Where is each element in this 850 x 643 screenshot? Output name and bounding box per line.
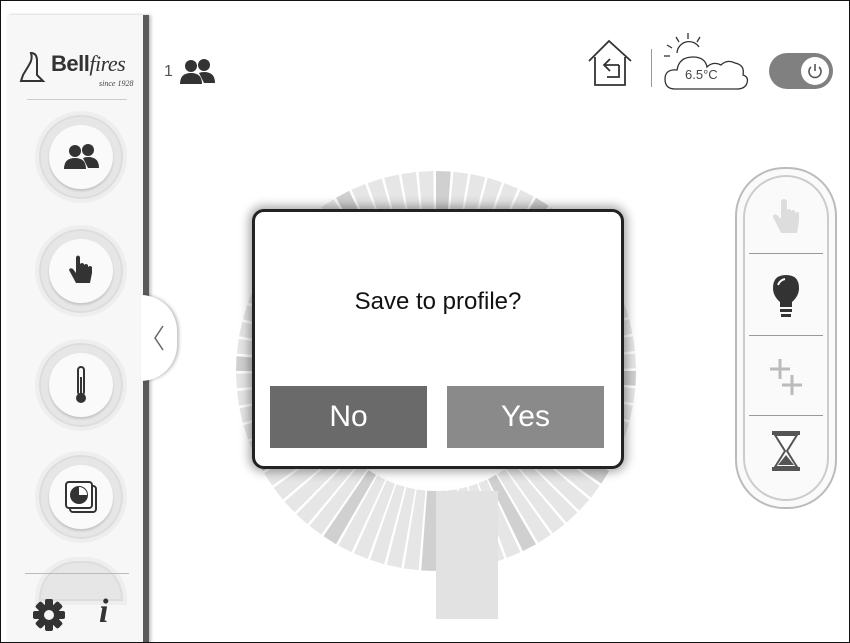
thermometer-icon [76,366,86,403]
divider [749,415,823,416]
power-icon [808,64,822,79]
brand-logo: Bellfires since 1928 [17,41,139,95]
users-icon [64,144,99,169]
mode-manual[interactable] [751,195,821,237]
brand-tagline: since 1928 [99,79,134,88]
mode-boost[interactable] [751,355,821,399]
hand-icon [69,255,92,283]
chevron-left-icon [154,325,164,351]
users-button[interactable] [35,111,127,203]
weather-widget: 6.5°C [661,31,751,93]
bulb-icon [773,275,799,317]
divider [749,253,823,254]
users-icon [180,59,215,84]
power-knob [801,57,829,85]
manual-mode-button[interactable] [35,225,127,317]
no-button[interactable]: No [270,386,427,448]
brand-name: Bellfires [51,51,126,76]
home-return-icon[interactable] [585,37,637,89]
temperature-button[interactable] [35,339,127,431]
divider [27,99,127,100]
user-count: 1 [164,63,173,80]
save-profile-dialog: Save to profile? No Yes [252,209,624,469]
divider [749,335,823,336]
sidebar: Bellfires since 1928 i [7,15,149,642]
yes-button[interactable]: Yes [447,386,604,448]
info-icon[interactable]: i [99,593,108,631]
app-frame: Bellfires since 1928 i 1 6.5°C Save to p… [0,0,850,643]
mode-panel [735,167,837,509]
divider [651,49,652,87]
dial-setpoint-marker [436,491,498,619]
bell-logo-icon [19,51,46,82]
divider [25,573,129,574]
mode-light[interactable] [751,273,821,321]
timer-icon [65,481,97,513]
hand-icon [773,199,799,233]
weather-cloud-sun-icon [664,33,749,90]
dialog-title: Save to profile? [354,288,522,315]
timer-button[interactable] [35,451,127,543]
mode-timer[interactable] [751,429,821,473]
settings-icon[interactable] [31,597,67,633]
boost-icon [770,359,802,395]
temperature-readout: 6.5°C [685,67,718,82]
sidebar-collapse-tab[interactable] [141,295,177,381]
hourglass-icon [772,431,800,471]
power-toggle[interactable] [769,53,833,89]
